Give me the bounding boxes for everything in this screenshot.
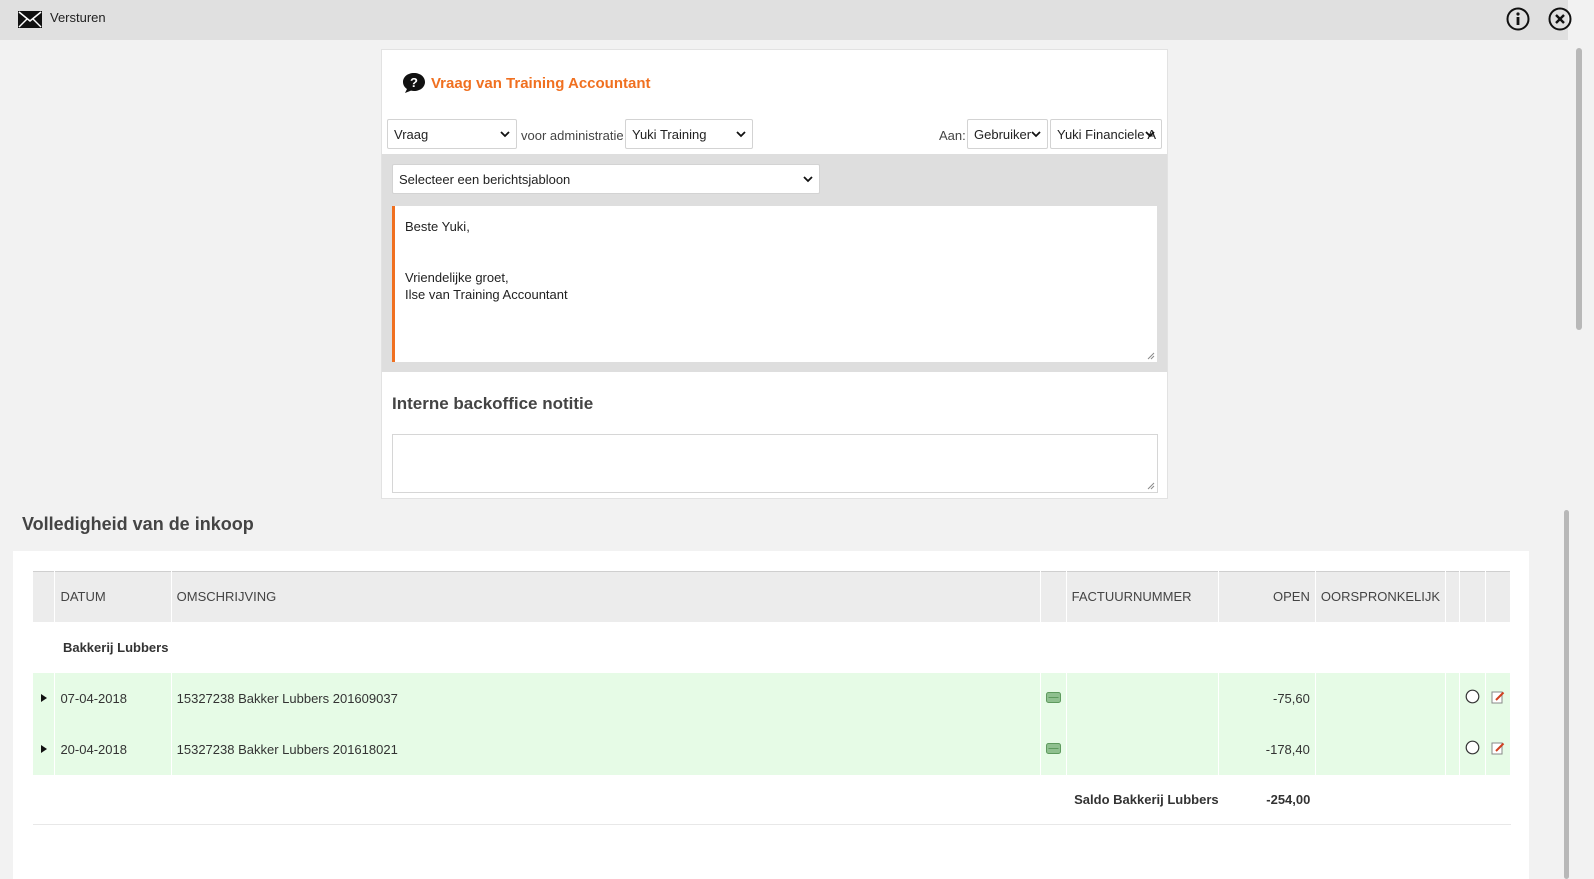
row-original (1315, 672, 1447, 724)
window-title: Versturen (50, 10, 106, 25)
radio-icon[interactable] (1465, 689, 1480, 704)
inner-scrollbar-thumb[interactable] (1564, 510, 1569, 879)
message-line: Beste Yuki, (405, 219, 470, 234)
recipient-type-value: Gebruiker (974, 127, 1032, 142)
group-row: Bakkerij Lubbers (33, 622, 1511, 673)
mail-icon (18, 11, 42, 28)
header-expand (33, 571, 56, 622)
chevron-down-icon (500, 131, 510, 138)
chevron-right-icon[interactable] (39, 744, 49, 754)
chevron-down-icon (803, 176, 813, 183)
header-spacer (1445, 571, 1460, 622)
admin-select[interactable]: Yuki Training (625, 119, 753, 149)
close-icon[interactable] (1548, 7, 1572, 31)
row-open: -178,40 (1218, 723, 1316, 775)
compose-panel: ? Vraag van Training Accountant Vraag vo… (381, 49, 1168, 499)
table-row[interactable]: 20-04-2018 15327238 Bakker Lubbers 20161… (33, 723, 1512, 775)
edit-icon[interactable] (1491, 741, 1505, 755)
message-line: Ilse van Training Accountant (405, 287, 568, 302)
header-description[interactable]: OMSCHRIJVING (171, 571, 1041, 622)
saldo-value: -254,00 (1218, 774, 1316, 825)
admin-label: voor administratie (521, 128, 624, 143)
purchase-card: DATUM OMSCHRIJVING FACTUURNUMMER OPEN OO… (13, 551, 1529, 879)
row-description: 15327238 Bakker Lubbers 201609037 (171, 672, 1041, 724)
chevron-right-icon[interactable] (39, 693, 49, 703)
message-line (405, 252, 1147, 269)
row-open: -75,60 (1218, 672, 1316, 724)
table-header: DATUM OMSCHRIJVING FACTUURNUMMER OPEN OO… (33, 571, 1512, 622)
recipient-select[interactable]: Yuki Financiele A (1050, 119, 1162, 149)
admin-select-value: Yuki Training (632, 127, 707, 142)
money-icon (1045, 742, 1061, 754)
type-select[interactable]: Vraag (387, 119, 517, 149)
purchase-table: DATUM OMSCHRIJVING FACTUURNUMMER OPEN OO… (33, 571, 1512, 825)
edit-icon[interactable] (1491, 690, 1505, 704)
message-line: Vriendelijke groet, (405, 270, 509, 285)
saldo-label: Saldo Bakkerij Lubbers (1066, 774, 1219, 825)
header-open[interactable]: OPEN (1218, 571, 1316, 622)
scrollbar-thumb[interactable] (1576, 48, 1582, 330)
message-textarea[interactable]: Beste Yuki, Vriendelijke groet, Ilse van… (392, 206, 1157, 362)
recipient-value: Yuki Financiele A (1057, 127, 1157, 142)
header-icon (1040, 571, 1067, 622)
group-label: Bakkerij Lubbers (62, 639, 169, 655)
to-label: Aan: (939, 128, 966, 143)
note-title: Interne backoffice notitie (392, 394, 594, 413)
resize-handle-icon[interactable] (1147, 352, 1155, 360)
chevron-down-icon (1031, 131, 1041, 138)
scrollbar[interactable] (1564, 40, 1594, 879)
header-original[interactable]: OORSPRONKELIJK (1315, 571, 1447, 622)
title-bar: Versturen (0, 0, 1572, 40)
row-date: 07-04-2018 (54, 672, 172, 724)
header-date[interactable]: DATUM (54, 571, 172, 622)
recipient-type-select[interactable]: Gebruiker (967, 119, 1048, 149)
type-select-value: Vraag (394, 127, 429, 142)
resize-handle-icon[interactable] (1147, 482, 1155, 490)
info-icon[interactable] (1506, 7, 1530, 31)
message-area: Selecteer een berichtsjabloon Beste Yuki… (382, 154, 1167, 372)
svg-text:?: ? (410, 75, 418, 90)
message-line (405, 235, 1147, 252)
header-radio (1459, 571, 1486, 622)
row-description: 15327238 Bakker Lubbers 201618021 (171, 723, 1041, 775)
row-invoice (1066, 672, 1220, 724)
chevron-down-icon (1145, 131, 1155, 138)
saldo-row: Saldo Bakkerij Lubbers -254,00 (33, 774, 1511, 825)
money-icon (1045, 691, 1061, 703)
purchase-title: Volledigheid van de inkoop (22, 514, 254, 534)
radio-icon[interactable] (1465, 740, 1480, 755)
row-date: 20-04-2018 (54, 723, 172, 775)
row-invoice (1066, 723, 1220, 775)
header-invoice[interactable]: FACTUURNUMMER (1066, 571, 1220, 622)
compose-title: Vraag van Training Accountant (431, 75, 651, 92)
row-original (1315, 723, 1447, 775)
header-edit (1485, 571, 1512, 622)
question-icon: ? (403, 73, 425, 93)
table-row[interactable]: 07-04-2018 15327238 Bakker Lubbers 20160… (33, 672, 1512, 724)
template-select[interactable]: Selecteer een berichtsjabloon (392, 164, 820, 194)
note-textarea[interactable] (392, 434, 1158, 493)
chevron-down-icon (736, 131, 746, 138)
template-select-value: Selecteer een berichtsjabloon (399, 172, 571, 187)
